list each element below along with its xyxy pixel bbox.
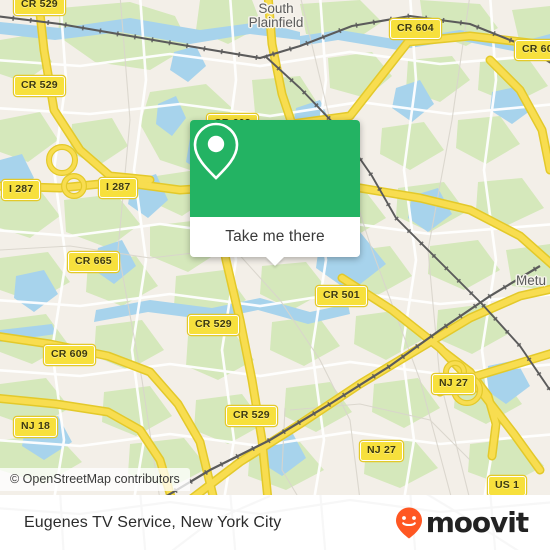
map-canvas[interactable]: South Plainfield Metu CR 529 CR 604 CR 6… — [0, 0, 550, 495]
road-shield-cr609[interactable]: CR 609 — [44, 345, 95, 365]
road-shield-i287-b[interactable]: I 287 — [99, 178, 138, 198]
page-title: Eugenes TV Service, New York City — [24, 513, 282, 531]
road-shield-i287-a[interactable]: I 287 — [2, 180, 41, 200]
road-shield-nj27-a[interactable]: NJ 27 — [432, 374, 476, 394]
moovit-wordmark: moovit — [425, 505, 529, 539]
road-shield-nj27-b[interactable]: NJ 27 — [360, 441, 404, 461]
road-shield-nj18[interactable]: NJ 18 — [14, 417, 58, 437]
moovit-map-page: South Plainfield Metu CR 529 CR 604 CR 6… — [0, 0, 550, 550]
osm-attribution[interactable]: © OpenStreetMap contributors — [0, 468, 190, 491]
road-shield-cr665[interactable]: CR 665 — [68, 252, 119, 272]
popup-pointer-tail — [266, 257, 284, 266]
popup-action-area[interactable]: Take me there — [190, 217, 360, 266]
place-label-line1: South — [258, 1, 294, 16]
road-shield-cr529-a[interactable]: CR 529 — [14, 0, 65, 15]
road-shield-cr604-a[interactable]: CR 604 — [390, 19, 441, 39]
place-label-line2: Plainfield — [248, 15, 304, 30]
footer-bar: Eugenes TV Service, New York City moovit — [0, 495, 550, 550]
road-shield-cr604-b[interactable]: CR 604 — [515, 40, 550, 60]
road-shield-cr501[interactable]: CR 501 — [316, 286, 367, 306]
take-me-there-button[interactable]: Take me there — [225, 228, 325, 246]
road-shield-cr529-c[interactable]: CR 529 — [188, 315, 239, 335]
map-pin-icon — [193, 122, 239, 180]
destination-popup-card[interactable]: Take me there — [190, 120, 360, 266]
road-shield-us1[interactable]: US 1 — [488, 476, 527, 495]
moovit-pin-icon — [395, 507, 422, 538]
road-shield-cr529-d[interactable]: CR 529 — [226, 406, 277, 426]
popup-icon-area — [190, 120, 360, 217]
moovit-brand-logo[interactable]: moovit — [394, 505, 529, 540]
place-label-south-plainfield: South Plainfield — [238, 2, 314, 30]
place-label-metuchen: Metu — [516, 273, 547, 288]
road-shield-cr529-b[interactable]: CR 529 — [14, 76, 65, 96]
